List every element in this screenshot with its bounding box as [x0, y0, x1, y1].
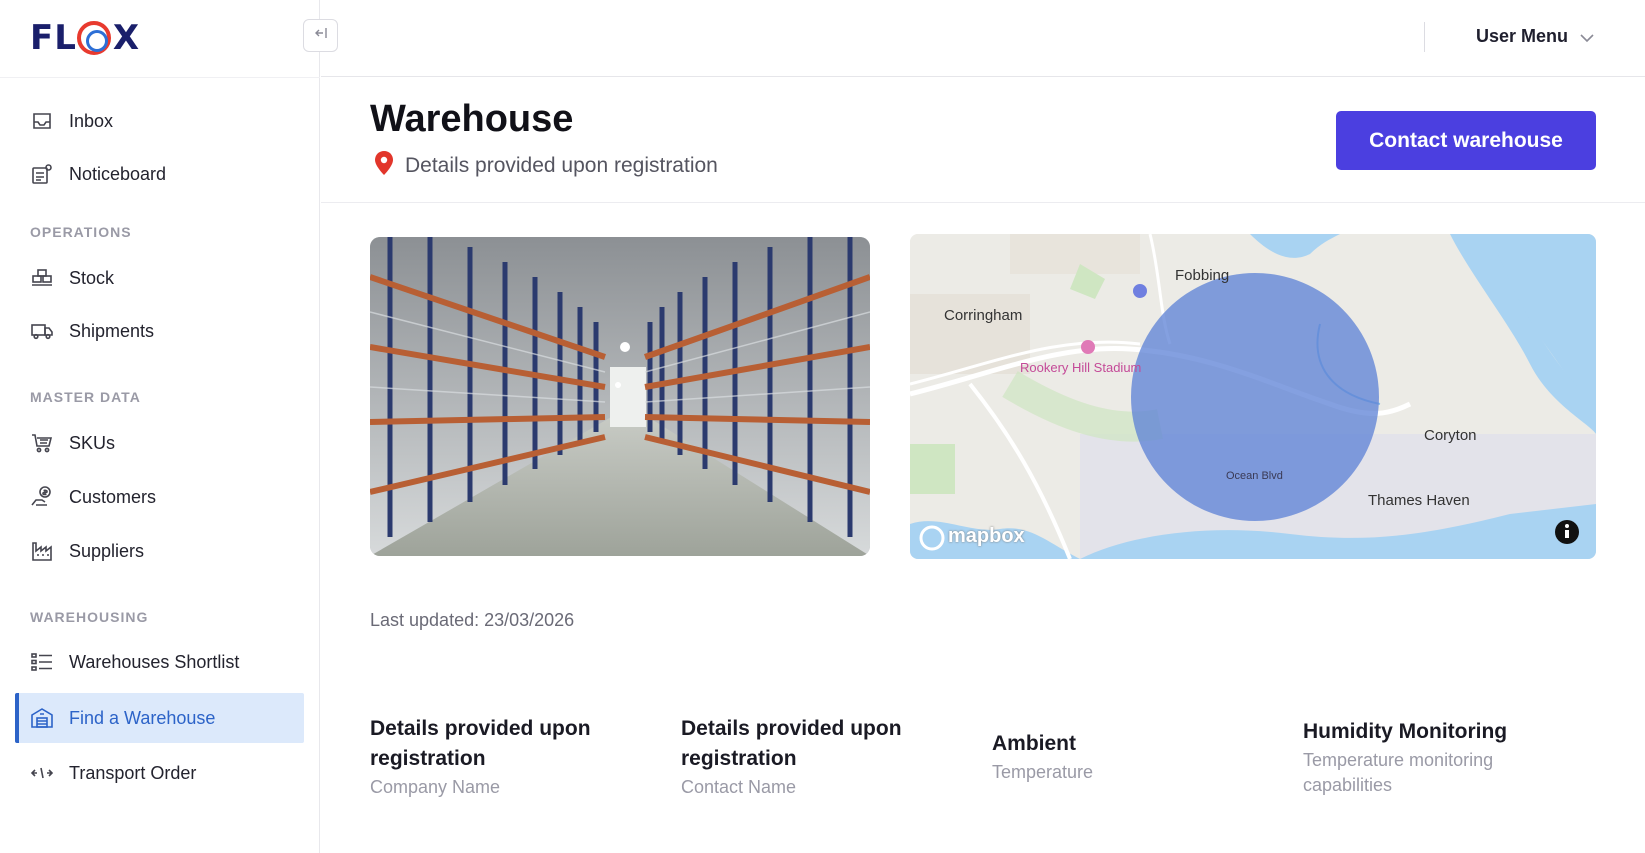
chevron-down-icon	[1578, 29, 1594, 45]
topbar-separator	[1424, 22, 1425, 52]
noticeboard-icon	[29, 161, 55, 187]
logo-letter-f: F	[30, 18, 53, 58]
sidebar-item-label: SKUs	[69, 432, 116, 453]
map-label-ocean-blvd: Ocean Blvd	[1226, 470, 1283, 482]
customer-icon	[29, 484, 55, 510]
sidebar-item-skus[interactable]: SKUs	[15, 418, 304, 468]
warehouse-photo	[370, 237, 870, 556]
map-label-corringham: Corringham	[944, 307, 1023, 324]
logo-letter-x: X	[112, 18, 139, 58]
sidebar-item-label: Find a Warehouse	[69, 707, 216, 728]
sidebar-item-find-a-warehouse[interactable]: Find a Warehouse	[15, 693, 304, 743]
detail-label: Company Name	[370, 777, 501, 797]
sidebar-item-noticeboard[interactable]: Noticeboard	[15, 149, 304, 199]
detail-label: Contact Name	[681, 777, 797, 797]
collapse-left-icon	[313, 25, 329, 46]
map-label-fobbing: Fobbing	[1175, 267, 1230, 284]
user-menu-label: User Menu	[1476, 26, 1569, 46]
detail-contact-name: Details provided upon registration Conta…	[681, 714, 961, 800]
map-label-coryton: Coryton	[1424, 427, 1477, 444]
top-bar	[321, 0, 1645, 77]
page-header: Warehouse Details provided upon registra…	[321, 78, 1645, 203]
sidebar-item-label: Suppliers	[69, 540, 145, 561]
section-title-master-data: MASTER DATA	[30, 389, 141, 405]
cart-icon	[29, 430, 55, 456]
detail-label: Temperature monitoring capabilities	[1303, 750, 1494, 795]
sidebar-item-warehouses-shortlist[interactable]: Warehouses Shortlist	[15, 637, 304, 687]
sidebar-item-label: Customers	[69, 486, 157, 507]
location-text: Details provided upon registration	[405, 154, 718, 177]
sidebar-item-label: Inbox	[69, 110, 114, 131]
factory-icon	[29, 538, 55, 564]
flox-logo[interactable]: F L X	[30, 18, 139, 58]
list-icon	[29, 649, 55, 675]
sidebar-item-customers[interactable]: Customers	[15, 472, 304, 522]
location-pin-icon	[373, 150, 395, 182]
sidebar-item-stock[interactable]: Stock	[15, 253, 304, 303]
map-info-icon[interactable]	[1554, 520, 1580, 546]
contact-warehouse-button[interactable]: Contact warehouse	[1336, 111, 1596, 170]
map-label-thames-haven: Thames Haven	[1368, 492, 1470, 509]
page-title: Warehouse	[370, 98, 574, 140]
detail-temperature: Ambient Temperature	[992, 729, 1272, 785]
detail-value: Ambient	[992, 732, 1076, 755]
sidebar-item-label: Stock	[69, 267, 115, 288]
inbox-icon	[29, 108, 55, 134]
sidebar: F L X Inbox Noticeboard OPERATIONS Stock…	[0, 0, 320, 853]
logo-letter-l: L	[54, 18, 76, 58]
user-menu-button[interactable]: User Menu	[1476, 26, 1594, 47]
sidebar-item-label: Noticeboard	[69, 163, 167, 184]
detail-value: Humidity Monitoring	[1303, 720, 1508, 743]
detail-company-name: Details provided upon registration Compa…	[370, 714, 650, 800]
warehouse-icon	[29, 705, 55, 731]
sidebar-item-label: Transport Order	[69, 762, 197, 783]
sidebar-item-transport-order[interactable]: Transport Order	[15, 748, 304, 798]
sidebar-divider	[0, 77, 320, 78]
location-row: Details provided upon registration	[373, 150, 718, 182]
logo-target-icon	[76, 21, 111, 55]
sidebar-item-suppliers[interactable]: Suppliers	[15, 526, 304, 576]
collapse-sidebar-button[interactable]	[303, 19, 338, 52]
detail-value: Details provided upon registration	[681, 717, 902, 770]
location-map[interactable]: Fobbing Corringham Rookery Hill Stadium …	[910, 234, 1596, 559]
map-label-stadium: Rookery Hill Stadium	[1020, 360, 1142, 375]
detail-label: Temperature	[992, 762, 1094, 782]
sidebar-item-shipments[interactable]: Shipments	[15, 306, 304, 356]
section-title-warehousing: WAREHOUSING	[30, 609, 149, 625]
mapbox-attribution[interactable]: mapbox	[948, 525, 1025, 548]
sidebar-item-label: Shipments	[69, 320, 155, 341]
stock-icon	[29, 265, 55, 291]
sidebar-item-label: Warehouses Shortlist	[69, 651, 240, 672]
section-title-operations: OPERATIONS	[30, 224, 132, 240]
detail-value: Details provided upon registration	[370, 717, 591, 770]
transport-arrows-icon	[29, 760, 55, 786]
sidebar-item-inbox[interactable]: Inbox	[15, 96, 304, 146]
last-updated-text: Last updated: 23/03/2026	[370, 610, 575, 630]
detail-humidity-monitoring: Humidity Monitoring Temperature monitori…	[1303, 717, 1543, 798]
truck-icon	[29, 318, 55, 344]
